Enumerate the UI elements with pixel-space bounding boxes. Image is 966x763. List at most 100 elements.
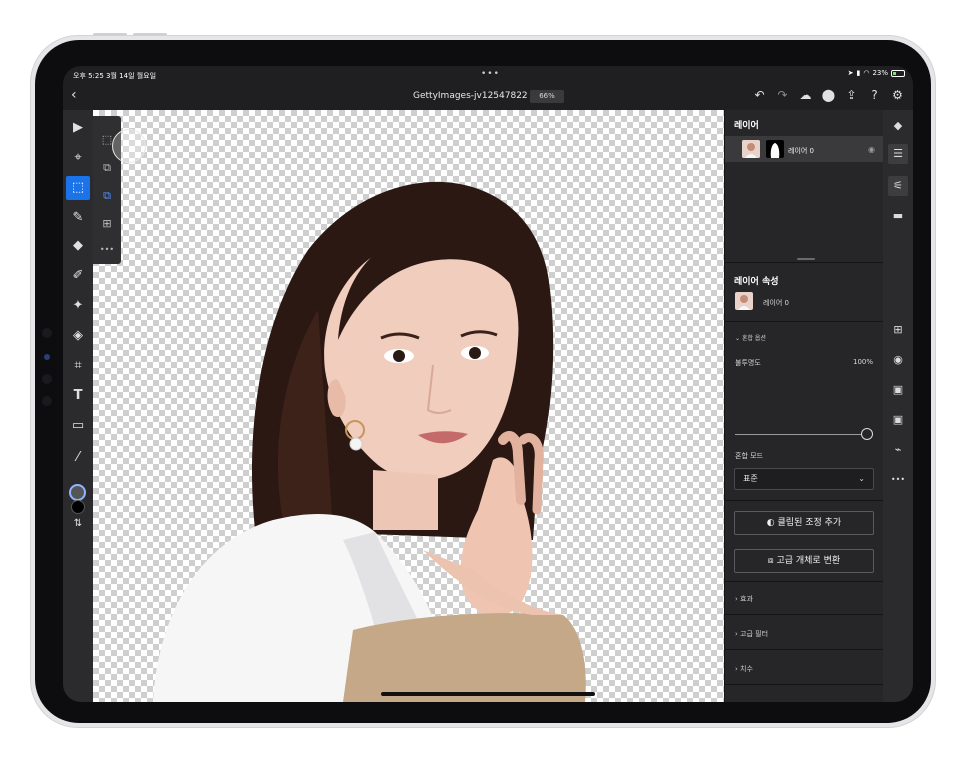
battery-percent: 23%	[872, 69, 888, 77]
layer-thumbnail	[742, 140, 760, 158]
convert-smart-object-button[interactable]: ⧈ 고급 개체로 변환	[734, 549, 874, 573]
eyedropper-tool-icon[interactable]: ⁄	[66, 446, 90, 470]
dodge-tool-icon[interactable]: ✦	[66, 294, 90, 318]
sensor-dot-2	[42, 396, 52, 406]
opacity-slider-track[interactable]	[735, 434, 861, 435]
section-effects-label: › 효과	[735, 595, 753, 603]
touch-indicator	[112, 129, 146, 163]
add-selection-icon[interactable]: ⧉	[99, 160, 115, 176]
section-effects[interactable]: › 효과	[725, 581, 883, 615]
type-tool-icon[interactable]: T	[66, 384, 90, 408]
fill-tool-icon[interactable]: ◈	[66, 324, 90, 348]
clear-icon[interactable]: ⌁	[888, 440, 908, 460]
layer-list-icon[interactable]: ☰	[888, 144, 908, 164]
panel-resize-handle[interactable]	[797, 258, 815, 260]
divider	[725, 262, 883, 263]
place-image-icon[interactable]: ▭	[66, 414, 90, 438]
add-clipped-adjustment-label: 클립된 조정 추가	[777, 518, 842, 528]
layers-icon[interactable]: ◆	[888, 116, 908, 136]
comments-icon[interactable]: ▬	[888, 206, 908, 226]
adjustment-icon: ◐	[766, 518, 778, 528]
add-layer-icon[interactable]: ⊞	[888, 320, 908, 340]
blend-mode-select[interactable]: 표준 ⌄	[734, 468, 874, 490]
multitask-dots[interactable]: •••	[481, 69, 500, 79]
layers-panel-title: 레이어	[734, 121, 759, 131]
bezel: 오후 5:25 3월 14일 월요일 ••• ➤ ▮ ◠ 23% ‹ Getty…	[35, 40, 931, 723]
wifi-icon: ◠	[863, 69, 870, 77]
more-options-icon[interactable]: •••	[99, 242, 115, 258]
volume-button	[93, 33, 127, 36]
opacity-label: 불투명도	[735, 359, 761, 367]
zoom-level[interactable]: 66%	[530, 90, 564, 103]
section-smart-filters[interactable]: › 고급 필터	[725, 616, 883, 650]
signal-icon: ▮	[856, 69, 861, 77]
section-dimensions-label: › 치수	[735, 665, 753, 673]
convert-smart-object-label: 고급 개체로 변환	[776, 556, 841, 566]
add-clipped-adjustment-button[interactable]: ◐ 클립된 조정 추가	[734, 511, 874, 535]
invite-user-icon[interactable]: ⬤	[821, 88, 836, 102]
share-icon[interactable]: ⇪	[844, 88, 859, 102]
back-button[interactable]: ‹	[71, 87, 77, 103]
more-icon[interactable]: •••	[888, 470, 908, 490]
help-icon[interactable]: ?	[867, 88, 882, 102]
sensor-dot	[42, 374, 52, 384]
undo-icon[interactable]: ↶	[752, 88, 767, 102]
divider	[725, 500, 883, 501]
divider	[725, 321, 883, 322]
settings-gear-icon[interactable]: ⚙	[890, 88, 905, 102]
cloud-icon[interactable]: ☁	[798, 88, 813, 102]
camera-lens	[44, 354, 50, 360]
panel-rail: ◆ ☰ ⚟ ▬ ⊞ ◉ ▣ ▣ ⌁ •••	[883, 110, 913, 702]
brush-tool-icon[interactable]: ✎	[66, 206, 90, 230]
document-canvas[interactable]	[93, 110, 724, 702]
properties-icon[interactable]: ⚟	[888, 176, 908, 196]
status-time: 오후 5:25 3월 14일 월요일	[73, 72, 157, 80]
transform-tool-icon[interactable]: ⌖	[66, 146, 90, 170]
camera-dot	[42, 328, 52, 338]
healing-tool-icon[interactable]: ✐	[66, 264, 90, 288]
layer-mask-thumbnail	[766, 140, 784, 158]
layers-properties-panel: 레이어 레이어 0 ◉ 레이어 속성 레이어 0 ⌄ 혼합 옵션 불투명도 10…	[724, 110, 883, 702]
mask-icon[interactable]: ▣	[888, 380, 908, 400]
tools-toolbar: ▶ ⌖ ⬚ ✎ ◆ ✐ ✦ ◈ ⌗ T ▭ ⁄ ⇅	[63, 110, 93, 702]
intersect-selection-icon[interactable]: ⊞	[99, 216, 115, 232]
move-tool-icon[interactable]: ▶	[66, 116, 90, 140]
visibility-eye-icon[interactable]: ◉	[868, 145, 875, 154]
properties-title: 레이어 속성	[734, 277, 779, 287]
properties-layer-name: 레이어 0	[763, 299, 789, 307]
layer-name: 레이어 0	[788, 147, 814, 155]
blend-options-header[interactable]: ⌄ 혼합 옵션	[735, 333, 766, 342]
header-actions: ↶ ↷ ☁ ⬤ ⇪ ? ⚙	[752, 88, 905, 102]
opacity-value: 100%	[852, 358, 873, 366]
redo-icon[interactable]: ↷	[775, 88, 790, 102]
status-indicators: ➤ ▮ ◠ 23%	[848, 69, 905, 77]
blend-mode-label: 혼합 모드	[735, 452, 763, 460]
opacity-slider-knob[interactable]	[861, 428, 873, 440]
chevron-down-icon: ⌄	[735, 335, 742, 342]
subtract-selection-icon[interactable]: ⧉	[99, 188, 115, 204]
selection-tool-icon[interactable]: ⬚	[66, 176, 90, 200]
properties-layer-thumbnail	[735, 292, 753, 310]
adjustment-layer-icon[interactable]: ▣	[888, 410, 908, 430]
layer-row[interactable]: 레이어 0 ◉	[725, 136, 883, 162]
document-title[interactable]: GettyImages-jv12547822 *	[413, 91, 535, 101]
swap-colors-icon[interactable]: ⇅	[66, 512, 90, 536]
blend-options-label: 혼합 옵션	[741, 335, 766, 342]
document-header: ‹ GettyImages-jv12547822 * 66% ↶ ↷ ☁ ⬤ ⇪…	[63, 82, 913, 110]
section-smart-filters-label: › 고급 필터	[735, 630, 769, 638]
battery-icon	[891, 69, 905, 77]
eraser-tool-icon[interactable]: ◆	[66, 234, 90, 258]
status-bar: 오후 5:25 3월 14일 월요일 ••• ➤ ▮ ◠ 23%	[63, 66, 913, 82]
app-screen: 오후 5:25 3월 14일 월요일 ••• ➤ ▮ ◠ 23% ‹ Getty…	[63, 66, 913, 702]
home-indicator[interactable]	[381, 692, 595, 696]
blend-mode-value: 표준	[743, 474, 758, 483]
crop-tool-icon[interactable]: ⌗	[66, 354, 90, 378]
foreground-color-swatch[interactable]	[69, 484, 86, 501]
section-dimensions[interactable]: › 치수	[725, 651, 883, 685]
location-icon: ➤	[847, 69, 854, 77]
volume-button-2	[133, 33, 167, 36]
chevron-down-icon: ⌄	[858, 474, 865, 483]
visibility-icon[interactable]: ◉	[888, 350, 908, 370]
portrait-image	[153, 181, 586, 702]
ipad-device: 오후 5:25 3월 14일 월요일 ••• ➤ ▮ ◠ 23% ‹ Getty…	[30, 33, 936, 728]
